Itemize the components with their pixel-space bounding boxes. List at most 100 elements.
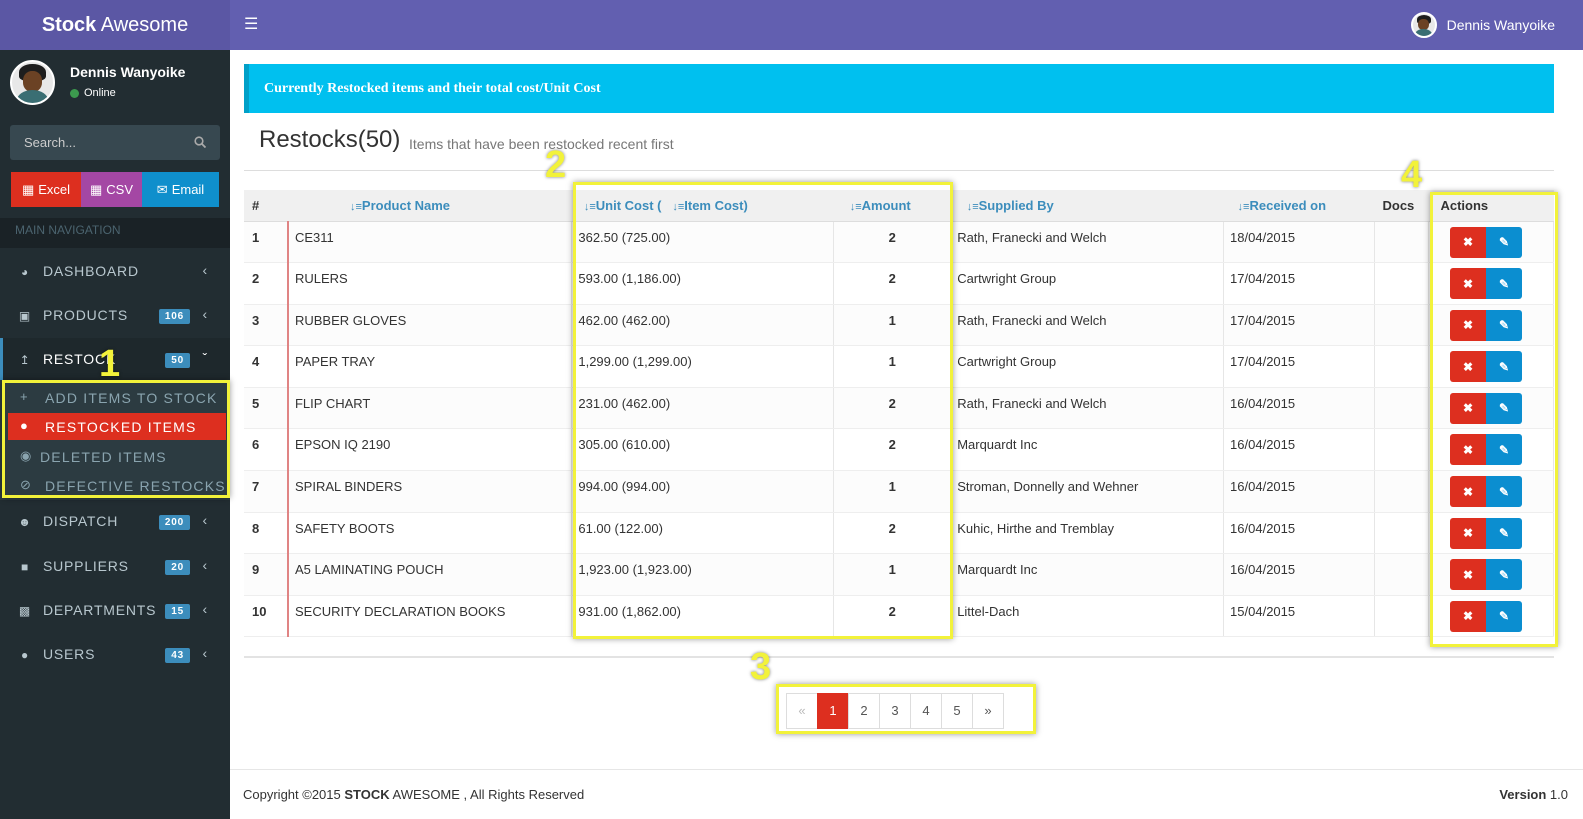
- file-excel-icon: ▦: [21, 182, 35, 197]
- product-name: CE311: [287, 221, 573, 264]
- search-placeholder: Search...: [24, 135, 77, 150]
- user-panel: Dennis Wanyoike Online: [0, 50, 230, 118]
- product-name: RULERS: [287, 262, 573, 305]
- product-name: SECURITY DECLARATION BOOKS: [287, 595, 573, 638]
- sort-icon: ↓≡: [349, 200, 362, 213]
- product-name: A5 LAMINATING POUCH: [287, 553, 573, 596]
- received-on: 16/04/2015: [1223, 470, 1375, 513]
- received-on: 16/04/2015: [1223, 387, 1375, 430]
- chevron-left-icon: ‹: [202, 601, 208, 617]
- version: Version 1.0: [1499, 787, 1568, 802]
- sidebar-item-products[interactable]: ▣ PRODUCTS 106 ‹: [0, 294, 230, 338]
- supplied-by: Cartwright Group: [950, 345, 1225, 388]
- chevron-left-icon: ‹: [202, 306, 208, 322]
- avatar: [10, 60, 55, 105]
- received-on: 18/04/2015: [1223, 221, 1375, 264]
- avatar: [1410, 12, 1437, 38]
- product-name: PAPER TRAY: [287, 345, 573, 388]
- row-number: 1: [244, 221, 289, 264]
- sidebar-item-suppliers[interactable]: ■ SUPPLIERS 20 ‹: [0, 545, 230, 589]
- divider: [244, 656, 1554, 658]
- email-export-button[interactable]: ✉ Email: [142, 172, 219, 207]
- search-input[interactable]: Search...: [10, 125, 220, 160]
- chevron-left-icon: ‹: [202, 645, 208, 661]
- row-number: 8: [244, 512, 289, 555]
- copyright: Copyright ©2015 STOCK AWESOME , All Righ…: [243, 787, 585, 802]
- sidebar-item-dashboard[interactable]: ◕ DASHBOARD ‹: [0, 250, 230, 294]
- annotation-box-2: [573, 182, 953, 639]
- product-name: EPSON IQ 2190: [287, 428, 573, 472]
- count-badge: 43: [165, 648, 190, 663]
- docs-cell: [1374, 512, 1429, 555]
- product-name: FLIP CHART: [287, 387, 573, 430]
- supplied-by: Rath, Franecki and Welch: [950, 304, 1225, 347]
- annotation-label-1: 1: [99, 343, 121, 385]
- count-badge: 50: [165, 353, 190, 368]
- user-name: Dennis Wanyoike: [70, 64, 186, 80]
- divider: [244, 170, 1554, 171]
- sidebar-item-dispatch[interactable]: ☻ DISPATCH 200 ‹: [0, 500, 230, 544]
- received-on: 16/04/2015: [1223, 428, 1375, 472]
- count-badge: 106: [158, 309, 190, 324]
- supplied-by: Littel-Dach: [950, 595, 1225, 638]
- docs-cell: [1374, 304, 1429, 347]
- file-csv-icon: ▦: [89, 182, 103, 197]
- chevron-left-icon: ‹: [202, 512, 208, 528]
- truck-icon: ■: [20, 560, 30, 574]
- page-subtitle: Items that have been restocked recent fi…: [409, 136, 674, 152]
- row-number: 7: [244, 470, 289, 513]
- user-name: Dennis Wanyoike: [1446, 17, 1555, 33]
- col-received-on[interactable]: ↓≡Received on: [1223, 190, 1375, 222]
- docs-cell: [1374, 470, 1429, 513]
- received-on: 17/04/2015: [1223, 345, 1375, 388]
- hamburger-icon[interactable]: ☰: [244, 14, 258, 36]
- received-on: 17/04/2015: [1223, 304, 1375, 347]
- product-name: RUBBER GLOVES: [287, 304, 573, 347]
- export-buttons: ▦ Excel ▦ CSV ✉ Email: [11, 172, 219, 207]
- annotation-box-1: [2, 380, 230, 498]
- received-on: 16/04/2015: [1223, 512, 1375, 555]
- supplied-by: Cartwright Group: [950, 262, 1225, 305]
- chevron-down-icon: ˇ: [202, 350, 208, 366]
- nav-header: MAIN NAVIGATION: [0, 218, 230, 248]
- user-menu[interactable]: Dennis Wanyoike: [1410, 9, 1555, 41]
- supplied-by: Stroman, Donnelly and Wehner: [950, 470, 1225, 513]
- supplied-by: Rath, Franecki and Welch: [950, 221, 1225, 264]
- docs-cell: [1374, 262, 1429, 305]
- search-icon[interactable]: [194, 136, 206, 148]
- annotation-label-4: 4: [1401, 154, 1423, 196]
- row-number: 3: [244, 304, 289, 347]
- row-number: 5: [244, 387, 289, 430]
- users-icon: ●: [20, 648, 30, 662]
- received-on: 16/04/2015: [1223, 553, 1375, 596]
- col-supplied-by[interactable]: ↓≡Supplied By: [950, 190, 1224, 222]
- top-navbar: ☰ Dennis Wanyoike: [230, 0, 1583, 50]
- row-number: 9: [244, 553, 289, 596]
- online-status: Online: [70, 87, 116, 99]
- sidebar-item-users[interactable]: ● USERS 43 ‹: [0, 633, 230, 677]
- supplied-by: Marquardt Inc: [950, 428, 1225, 472]
- sidebar-item-departments[interactable]: ▩ DEPARTMENTS 15 ‹: [0, 589, 230, 633]
- chevron-left-icon: ‹: [202, 262, 208, 278]
- footer: Copyright ©2015 STOCK AWESOME , All Righ…: [230, 769, 1583, 819]
- col-product-name[interactable]: ↓≡Product Name: [287, 190, 572, 222]
- status-dot-icon: [70, 88, 79, 98]
- received-on: 17/04/2015: [1223, 262, 1375, 305]
- sort-icon: ↓≡: [966, 200, 979, 213]
- chevron-left-icon: ‹: [202, 557, 208, 573]
- annotation-label-3: 3: [750, 646, 772, 688]
- csv-export-button[interactable]: ▦ CSV: [81, 172, 142, 207]
- supplied-by: Kuhic, Hirthe and Tremblay: [950, 512, 1225, 555]
- docs-cell: [1374, 345, 1429, 388]
- app-logo[interactable]: Stock Awesome: [0, 0, 230, 50]
- sort-icon: ↓≡: [1237, 200, 1250, 213]
- annotation-label-2: 2: [545, 144, 567, 186]
- excel-export-button[interactable]: ▦ Excel: [11, 172, 81, 207]
- supplied-by: Marquardt Inc: [950, 553, 1225, 596]
- user-plus-icon: ☻: [18, 515, 32, 529]
- docs-cell: [1374, 387, 1429, 430]
- row-number: 6: [244, 428, 289, 472]
- page-title: Restocks(50): [259, 126, 401, 153]
- info-callout: Currently Restocked items and their tota…: [244, 64, 1554, 113]
- count-badge: 20: [165, 560, 190, 575]
